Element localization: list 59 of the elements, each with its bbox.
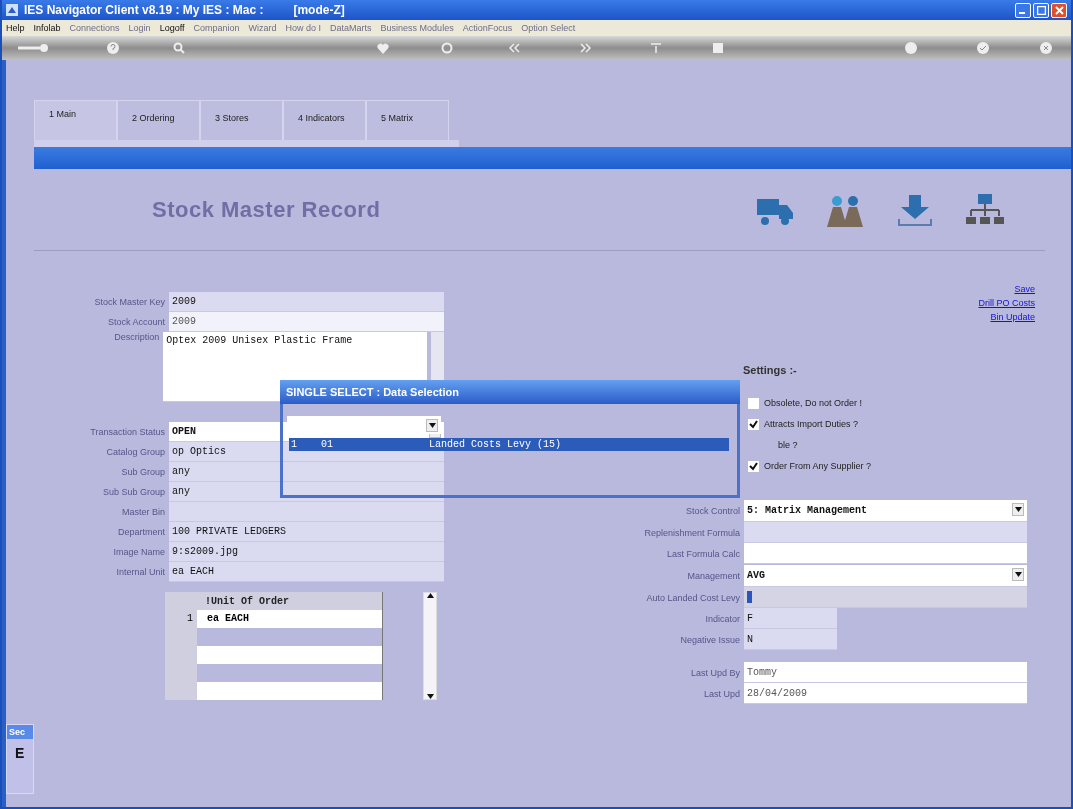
tab[interactable]: 2 Ordering [117, 100, 200, 140]
field-label: Indicator [704, 613, 741, 624]
tab[interactable]: 3 Stores [200, 100, 283, 140]
tab[interactable]: 4 Indicators [283, 100, 366, 140]
input-field[interactable]: 9:s2009.jpg [169, 542, 444, 562]
link[interactable]: Drill PO Costs [978, 298, 1035, 308]
table-cell[interactable]: ea EACH [197, 610, 382, 628]
field-label: Last Upd [702, 688, 741, 699]
link[interactable]: Save [1014, 284, 1035, 294]
menu-item[interactable]: Help [6, 23, 25, 33]
field-label: Last Formula Calc [665, 548, 741, 559]
panel-title: Sec [7, 725, 33, 739]
field-label: Replenishment Formula [643, 527, 741, 538]
field-label: Description [113, 332, 161, 342]
form-title: Stock Master Record [152, 196, 381, 223]
input-field[interactable]: 2009 [169, 312, 444, 332]
input-field[interactable]: 100 PRIVATE LEDGERS [169, 522, 444, 542]
select-field[interactable]: AVG [744, 565, 1027, 587]
tab[interactable]: 5 Matrix [366, 100, 449, 140]
field-label: Internal Unit [115, 567, 166, 577]
tab[interactable]: 1 Main [34, 100, 117, 140]
field-label: Stock Master Key [93, 297, 166, 307]
field-label: Transaction Status [89, 427, 166, 437]
input-field[interactable]: 28/04/2009 [744, 683, 1027, 704]
column-header: !Unit Of Order [204, 594, 290, 609]
menu-item[interactable]: Infolab [33, 23, 61, 33]
field-label: Catalog Group [105, 447, 166, 457]
checkbox-label: Obsolete, Do not Order ! [764, 398, 863, 408]
input-field[interactable]: F [744, 608, 837, 629]
input-field[interactable]: 2009 [169, 292, 444, 312]
field-label: Department [116, 527, 166, 537]
checkbox-label: Order From Any Supplier ? [764, 461, 872, 471]
input-field[interactable]: Tommy [744, 662, 1027, 683]
field-label: Last Upd By [689, 667, 741, 678]
field-label: Master Bin [121, 507, 166, 517]
dialog-title: SINGLE SELECT : Data Selection [280, 380, 740, 404]
section-title: Settings :- [743, 364, 798, 376]
field-label: Sub Sub Group [101, 487, 166, 497]
field-label: Auto Landed Cost Levy [645, 592, 741, 603]
field-label: Negative Issue [679, 634, 741, 645]
field-label: Stock Control [684, 506, 741, 516]
list-row[interactable]: 1 01 Landed Costs Levy (15) [289, 438, 729, 451]
field-label: Management [686, 571, 741, 581]
checkbox-label: Attracts Import Duties ? [764, 419, 859, 429]
link[interactable]: Bin Update [990, 312, 1035, 322]
input-field[interactable]: ea EACH [169, 562, 444, 582]
input-field[interactable]: any [169, 462, 444, 482]
menu-item[interactable]: Logoff [159, 23, 185, 33]
input-field[interactable]: any [169, 482, 444, 502]
mode-label: [mode-Z] [293, 3, 345, 17]
input-field[interactable]: N [744, 629, 837, 650]
panel-text: E [14, 744, 26, 761]
select-field[interactable]: 5: Matrix Management [744, 500, 1027, 522]
window-title: IES Navigator Client v8.19 : My IES : Mac : [24, 3, 264, 17]
row-number: 1 [186, 612, 194, 626]
checkbox-label: ble ? [778, 440, 798, 450]
field-label: Stock Account [106, 317, 166, 327]
field-label: Image Name [112, 547, 166, 557]
field-label: Sub Group [120, 467, 166, 477]
